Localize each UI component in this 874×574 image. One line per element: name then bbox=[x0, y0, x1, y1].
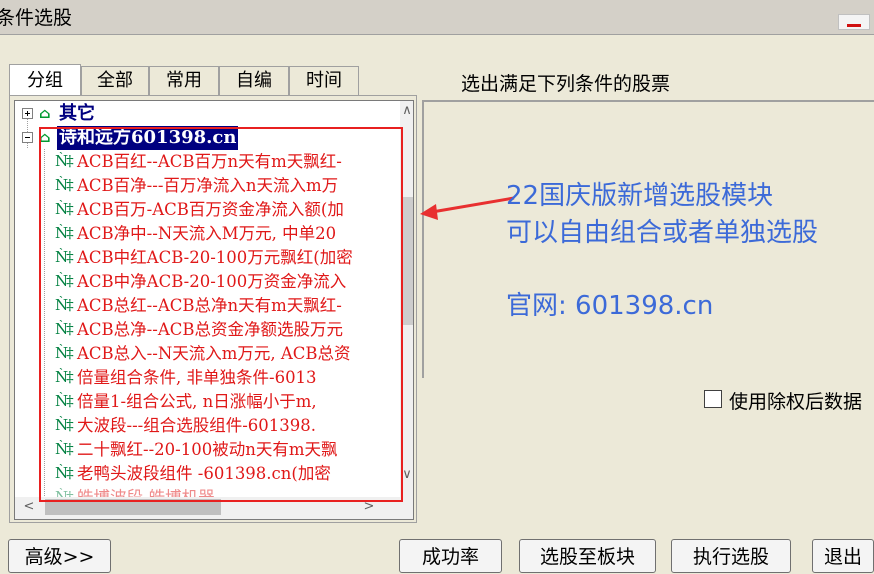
tab-common[interactable]: 常用 bbox=[149, 66, 219, 95]
annotation-arrow-icon bbox=[420, 196, 515, 220]
binoculars-icon: Ǹ‡ bbox=[55, 416, 74, 434]
title-bar: 条件选股 bbox=[0, 0, 874, 35]
collapse-icon[interactable] bbox=[22, 132, 33, 143]
formula-tree[interactable]: ⌂ 其它 ⌂ 诗和远方601398.cn Ǹ‡ ACB百红--ACB百万n天有m天… bbox=[14, 100, 414, 520]
item-label: ACB总入--N天流入m万元, ACB总资 bbox=[77, 344, 351, 363]
group-label: 其它 bbox=[59, 103, 95, 124]
vertical-scroll-thumb[interactable] bbox=[401, 197, 413, 325]
overlay-line-1: 22国庆版新增选股模块 bbox=[506, 181, 774, 211]
scroll-down-icon[interactable]: ∨ bbox=[400, 467, 413, 483]
scroll-up-icon[interactable]: ∧ bbox=[400, 103, 413, 119]
scroll-left-icon[interactable]: < bbox=[21, 499, 37, 514]
condition-label: 选出满足下列条件的股票 bbox=[461, 73, 671, 95]
horizontal-scrollbar[interactable]: < > bbox=[15, 497, 401, 519]
binoculars-icon: Ǹ‡ bbox=[55, 176, 74, 194]
group-label: 诗和远方601398.cn bbox=[57, 126, 239, 150]
item-label: 二十飘红--20-100被动n天有m天飘 bbox=[77, 440, 338, 459]
item-label: ACB百净---百万净流入n天流入m万 bbox=[77, 176, 339, 195]
overlay-line-2: 可以自由组合或者单独选股 bbox=[506, 218, 819, 248]
scroll-right-icon[interactable]: > bbox=[361, 499, 377, 514]
ex-rights-checkbox[interactable] bbox=[704, 390, 722, 408]
tab-group[interactable]: 分组 bbox=[9, 64, 81, 95]
ex-rights-label: 使用除权后数据 bbox=[729, 391, 863, 413]
binoculars-icon: Ǹ‡ bbox=[55, 344, 74, 362]
close-icon bbox=[847, 24, 861, 27]
binoculars-icon: Ǹ‡ bbox=[55, 224, 74, 242]
house-icon: ⌂ bbox=[39, 106, 51, 122]
vertical-scrollbar[interactable]: ∧ ∨ bbox=[400, 101, 413, 519]
item-label: 大波段---组合选股组件-601398. bbox=[77, 416, 317, 435]
binoculars-icon: Ǹ‡ bbox=[55, 296, 74, 314]
item-label: ACB百红--ACB百万n天有m天飘红- bbox=[77, 152, 342, 171]
tree-connector bbox=[44, 149, 45, 499]
close-button[interactable] bbox=[838, 14, 870, 30]
tab-all[interactable]: 全部 bbox=[81, 66, 149, 95]
binoculars-icon: Ǹ‡ bbox=[55, 272, 74, 290]
item-label: 老鸭头波段组件 -601398.cn(加密 bbox=[77, 464, 331, 483]
item-label: ACB中净ACB-20-100万资金净流入 bbox=[77, 272, 347, 291]
item-label: ACB总净--ACB总资金净额选股万元 bbox=[77, 320, 343, 339]
binoculars-icon: Ǹ‡ bbox=[55, 248, 74, 266]
binoculars-icon: Ǹ‡ bbox=[55, 368, 74, 386]
binoculars-icon: Ǹ‡ bbox=[55, 152, 74, 170]
binoculars-icon: Ǹ‡ bbox=[55, 392, 74, 410]
binoculars-icon: Ǹ‡ bbox=[55, 320, 74, 338]
binoculars-icon: Ǹ‡ bbox=[55, 200, 74, 218]
binoculars-icon: Ǹ‡ bbox=[55, 440, 74, 458]
tree-group-selected[interactable]: ⌂ 诗和远方601398.cn bbox=[15, 126, 395, 150]
window-title: 条件选股 bbox=[0, 7, 73, 29]
item-label: 倍量组合条件, 非单独条件-6013 bbox=[77, 368, 317, 387]
horizontal-scroll-thumb[interactable] bbox=[45, 499, 221, 515]
tab-time[interactable]: 时间 bbox=[289, 66, 359, 95]
expand-icon[interactable] bbox=[22, 108, 33, 119]
overlay-line-3: 官网: 601398.cn bbox=[506, 291, 714, 321]
house-icon: ⌂ bbox=[39, 130, 51, 146]
tree-group-other[interactable]: ⌂ 其它 bbox=[15, 102, 395, 126]
item-label: ACB中红ACB-20-100万元飘红(加密 bbox=[77, 248, 353, 267]
binoculars-icon: Ǹ‡ bbox=[55, 464, 74, 482]
item-label: ACB净中--N天流入M万元, 中单20 bbox=[77, 224, 337, 243]
item-label: 倍量1-组合公式, n日涨幅小于m, bbox=[77, 392, 317, 411]
item-label: ACB百万-ACB百万资金净流入额(加 bbox=[77, 200, 344, 219]
item-label: ACB总红--ACB总净n天有m天飘红- bbox=[77, 296, 342, 315]
tab-custom[interactable]: 自编 bbox=[219, 66, 289, 95]
